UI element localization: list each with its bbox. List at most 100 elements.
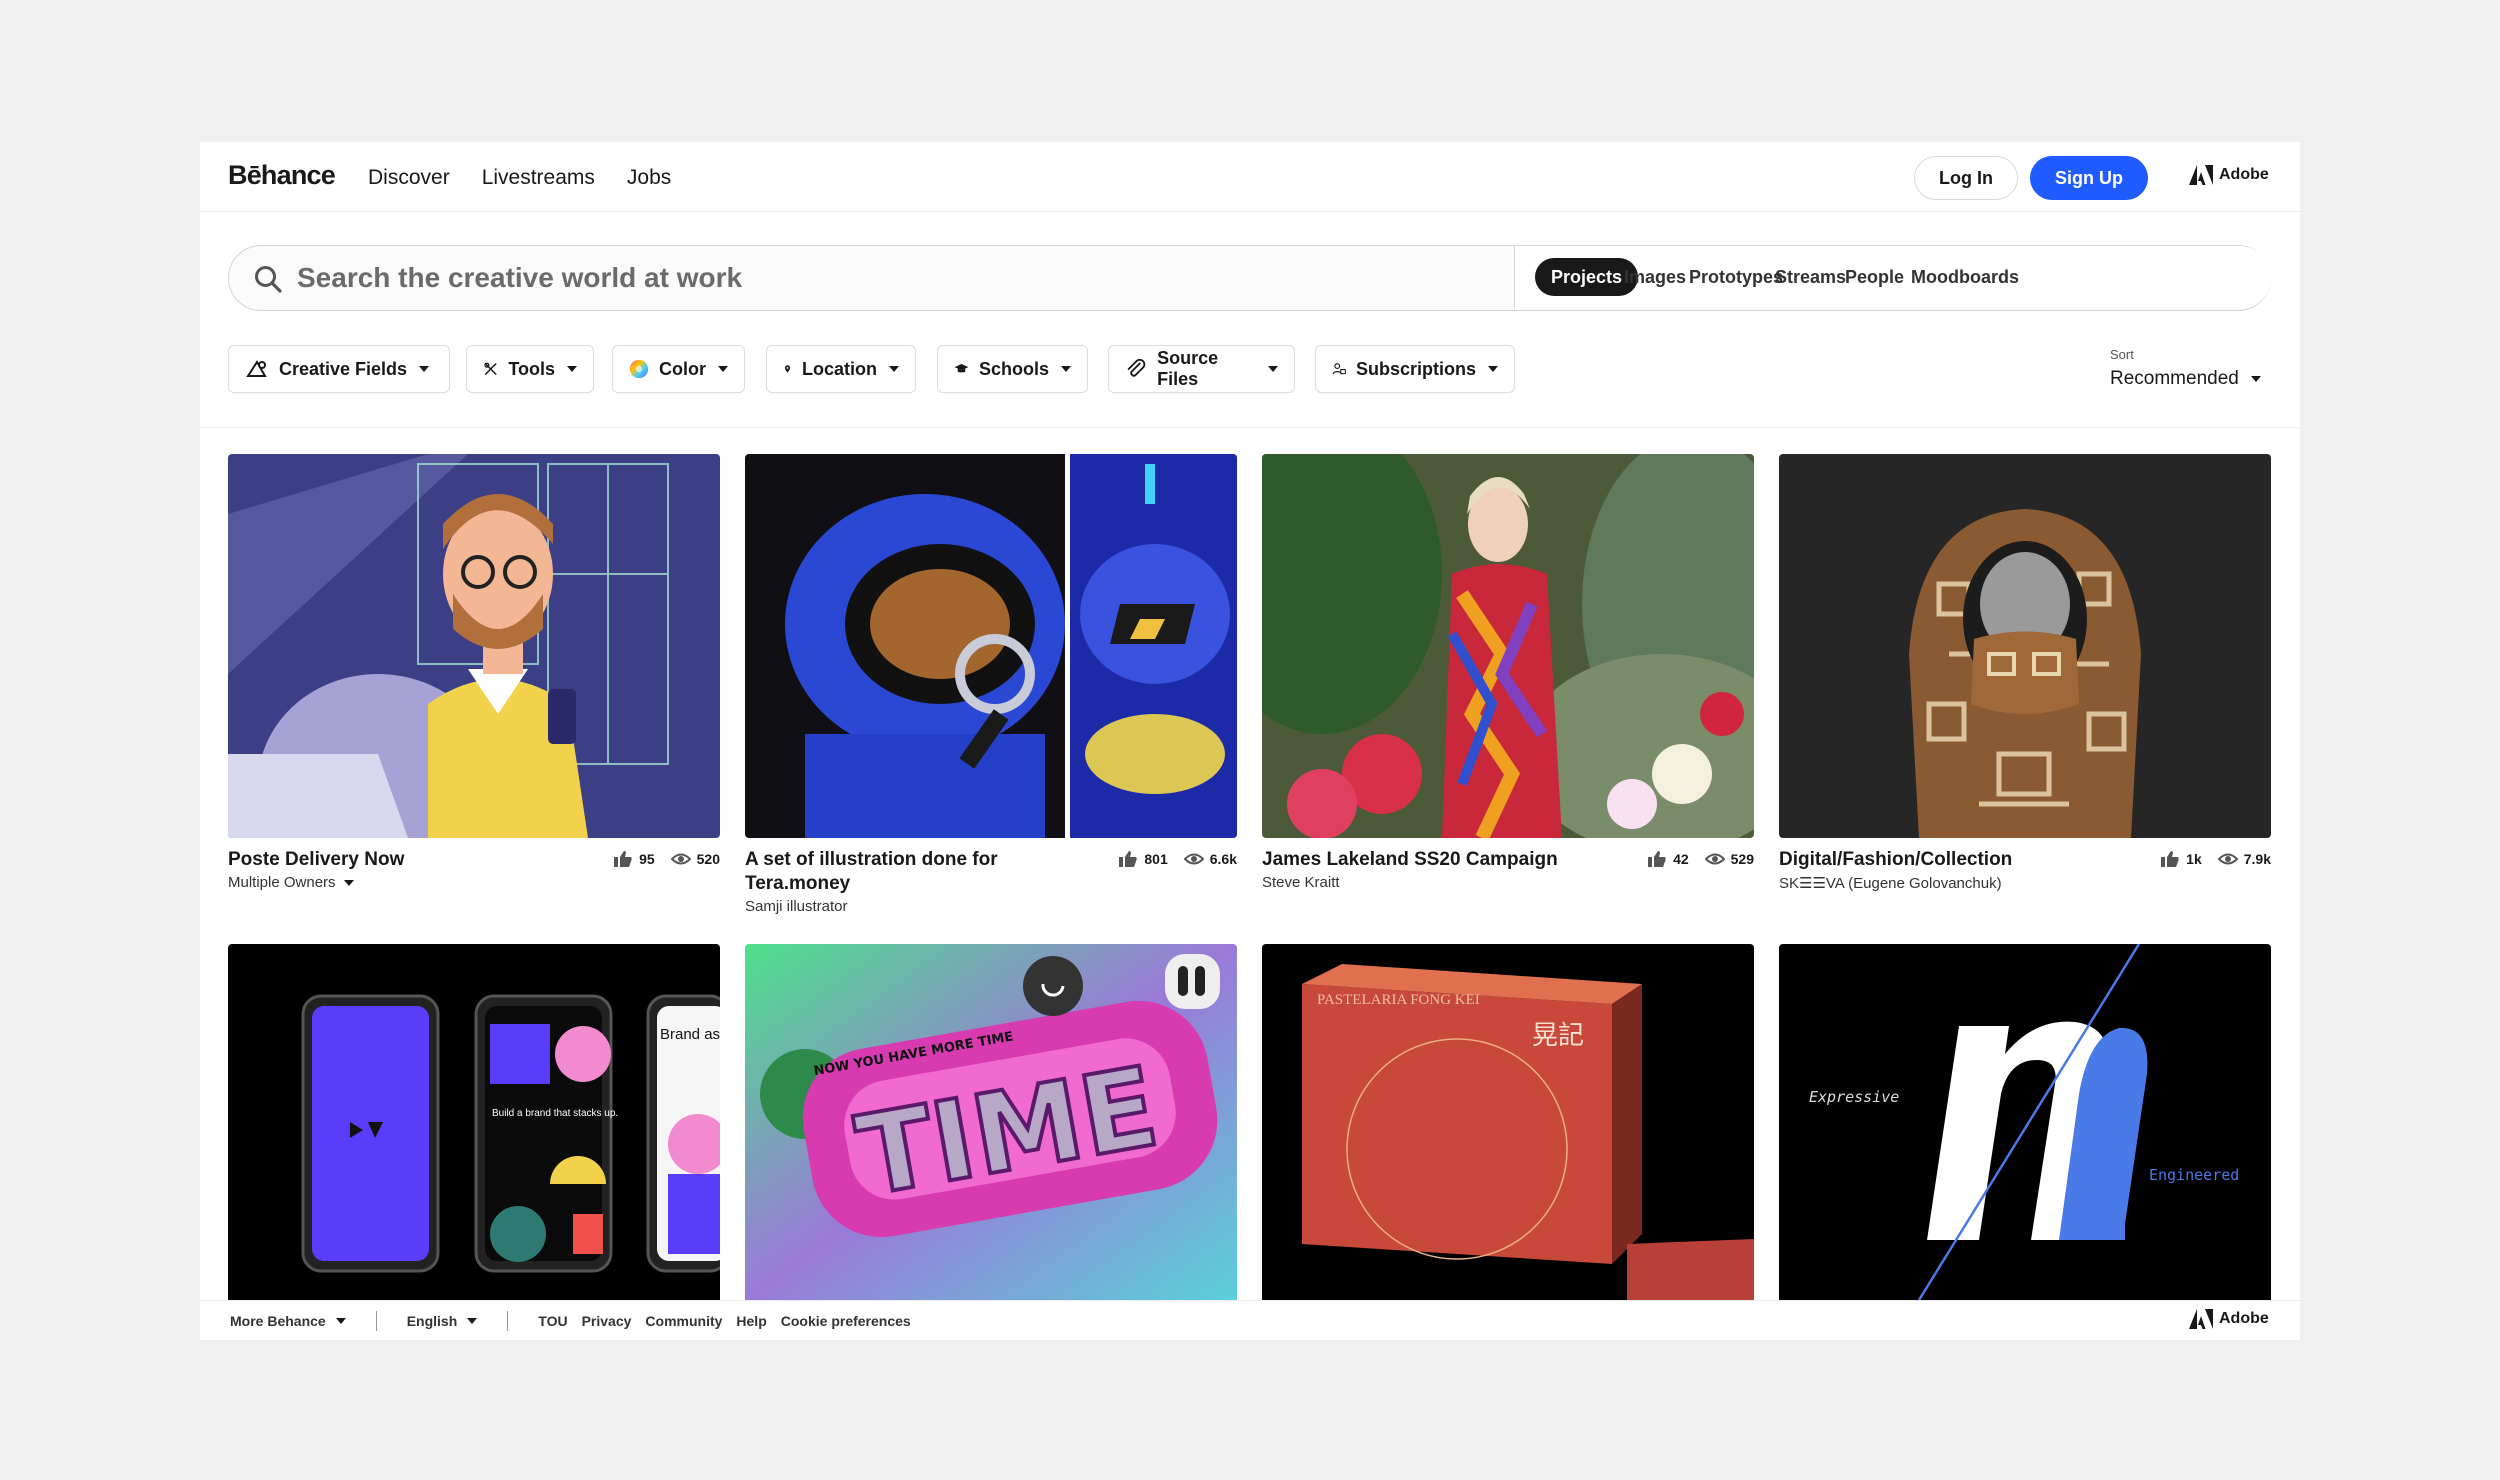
thumbs-up-icon [1119,851,1138,867]
views-count: 7.9k [2243,851,2271,867]
location-pin-icon [784,365,791,373]
filter-color[interactable]: Color [612,345,745,393]
project-card[interactable]: TIME NOW YOU HAVE MORE TIME [745,944,1237,1300]
filter-tools[interactable]: Tools [466,345,594,393]
project-stats: 801 6.6k [1118,850,1237,868]
chevron-down-icon [335,1318,346,1324]
project-title[interactable]: A set of illustration done for Tera.mone… [745,848,1075,896]
sort-value: Recommended [2110,368,2239,389]
packaging-box-thumbnail: PASTELARIA FONG KEI 晃記 [1262,944,1754,1300]
nav-jobs[interactable]: Jobs [627,166,671,190]
filter-label: Location [802,358,877,379]
adobe-footer-link[interactable]: Adobe [2189,1309,2269,1329]
filter-location[interactable]: Location [766,345,916,393]
footer: More Behance English TOU Privacy Communi… [200,1300,2300,1340]
behance-logo[interactable]: Bēhance [228,160,336,191]
likes-count: 801 [1144,851,1168,867]
signup-button[interactable]: Sign Up [2030,156,2148,200]
eye-icon [2217,853,2238,865]
sort-dropdown[interactable]: Recommended [2110,368,2261,390]
project-thumbnail[interactable] [228,454,720,838]
footer-link-cookie-preferences[interactable]: Cookie preferences [781,1313,911,1329]
more-behance-label: More Behance [230,1313,326,1329]
project-stats: 42 529 [1647,850,1754,868]
project-card[interactable]: PASTELARIA FONG KEI 晃記 [1262,944,1754,1300]
more-behance-menu[interactable]: More Behance [230,1313,346,1329]
chevron-down-icon [2250,376,2261,382]
project-thumbnail[interactable]: PASTELARIA FONG KEI 晃記 [1262,944,1754,1300]
nav-livestreams[interactable]: Livestreams [482,166,595,190]
phone-small-text: Build a brand that stacks up. [492,1108,618,1119]
search-bar: Projects Images Prototypes Streams Peopl… [228,245,2271,311]
chevron-down-icon [467,1318,478,1324]
project-card[interactable]: Poste Delivery Now Multiple Owners 95 52… [228,454,720,908]
project-owner[interactable]: Samji illustrator [745,898,1237,915]
project-owner[interactable]: Steve Kraitt [1262,874,1754,891]
project-thumbnail[interactable] [745,454,1237,838]
footer-divider [507,1311,509,1331]
chevron-down-icon [1488,366,1498,372]
footer-link-privacy[interactable]: Privacy [582,1313,632,1329]
likes-count: 1k [2186,851,2202,867]
project-title[interactable]: James Lakeland SS20 Campaign [1262,848,1592,872]
divider [200,427,2300,428]
filter-schools[interactable]: Schools [937,345,1088,393]
search-input[interactable] [295,252,1399,304]
project-owner[interactable]: Multiple Owners [228,874,720,891]
eye-icon [1704,853,1725,865]
project-card[interactable]: Expressive Engineered [1779,944,2271,1300]
color-wheel-icon [629,359,649,379]
phone-brand-text: Brand assets all in one place. [660,1026,720,1043]
chevron-down-icon [889,366,899,372]
adobe-logo-icon [2189,1309,2213,1329]
tab-moodboards[interactable]: Moodboards [1895,258,2035,296]
project-title[interactable]: Poste Delivery Now [228,848,558,872]
footer-link-community[interactable]: Community [645,1313,722,1329]
footer-link-help[interactable]: Help [736,1313,766,1329]
adobe-label: Adobe [2219,1310,2269,1327]
project-title[interactable]: Digital/Fashion/Collection [1779,848,2109,872]
illustration-thumbnail [228,454,720,838]
filter-label: Schools [978,358,1049,379]
chevron-down-icon [567,366,577,372]
thumbs-up-icon [1648,851,1666,867]
project-owner[interactable]: SK☰☰VA (Eugene Golovanchuk) [1779,874,2271,892]
thumbs-up-icon [2161,851,2179,867]
nav-discover[interactable]: Discover [368,166,450,190]
project-card[interactable]: Build a brand that stacks up. Brand asse… [228,944,720,1300]
project-thumbnail[interactable]: Build a brand that stacks up. Brand asse… [228,944,720,1300]
likes-count: 95 [639,851,655,867]
project-card[interactable]: Digital/Fashion/Collection SK☰☰VA (Eugen… [1779,454,2271,908]
project-thumbnail[interactable] [1779,454,2271,838]
project-stats: 95 520 [613,850,720,868]
likes-count: 42 [1673,851,1689,867]
thumbs-up-icon [614,851,632,867]
project-stats: 1k 7.9k [2160,850,2271,868]
project-thumbnail[interactable]: Expressive Engineered [1779,944,2271,1300]
footer-link-tou[interactable]: TOU [538,1313,567,1329]
chevron-down-icon [718,366,728,372]
typeface-thumbnail: Expressive Engineered [1779,944,2271,1300]
project-thumbnail[interactable] [1262,454,1754,838]
astronaut-illustration-thumbnail [745,454,1237,838]
project-thumbnail[interactable]: TIME NOW YOU HAVE MORE TIME [745,944,1237,1300]
hooded-figure-thumbnail [1779,454,2271,838]
adobe-label: Adobe [2219,166,2269,183]
chevron-down-icon [343,879,354,886]
filter-label: Subscriptions [1355,358,1476,379]
filter-label: Tools [508,358,555,379]
login-button[interactable]: Log In [1914,156,2018,200]
time-typography-thumbnail: TIME NOW YOU HAVE MORE TIME [745,944,1237,1300]
filter-creative-fields[interactable]: Creative Fields [228,345,450,393]
adobe-logo-icon [2189,165,2213,185]
language-menu[interactable]: English [407,1313,478,1329]
project-card[interactable]: A set of illustration done for Tera.mone… [745,454,1237,915]
chinese-characters: 晃記 [1532,1021,1584,1051]
footer-divider [375,1311,377,1331]
project-card[interactable]: James Lakeland SS20 Campaign Steve Krait… [1262,454,1754,908]
paperclip-icon [1127,358,1146,377]
top-navigation: Bēhance Discover Livestreams Jobs Log In… [200,142,2300,212]
adobe-link[interactable]: Adobe [2189,165,2269,185]
filter-source-files[interactable]: Source Files [1108,345,1295,393]
filter-subscriptions[interactable]: Subscriptions [1315,345,1515,393]
